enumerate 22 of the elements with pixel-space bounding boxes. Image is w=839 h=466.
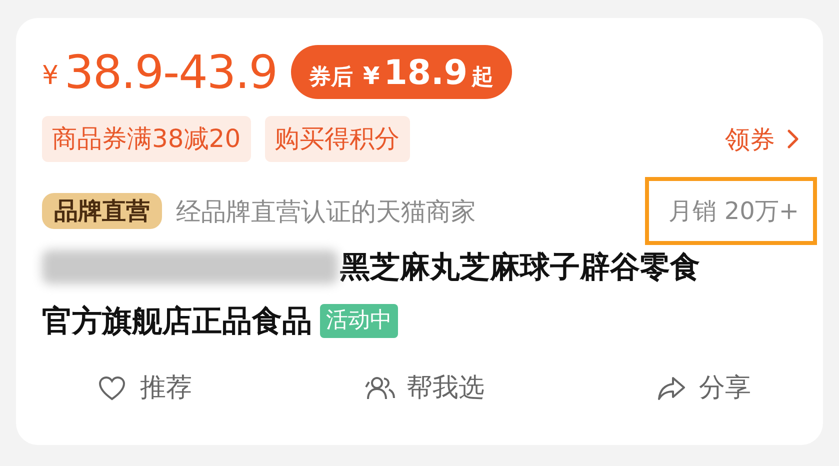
promo-tag: 购买得积分: [264, 116, 410, 162]
share-icon: [657, 374, 687, 400]
coupon-price: 18.9: [384, 53, 468, 93]
brand-description: 经品牌直营认证的天猫商家: [176, 196, 476, 228]
product-title: 黑芝麻丸芝麻球子辟谷零食: [340, 248, 700, 286]
monthly-sales: 月销 20万+: [668, 196, 799, 227]
currency-symbol: ¥: [42, 61, 59, 91]
coupon-price-suffix: 起: [472, 64, 494, 92]
chevron-right-icon: [787, 129, 799, 149]
people-icon: [364, 374, 394, 400]
price-range: 38.9-43.9: [64, 45, 277, 99]
action-button[interactable]: 推荐: [98, 370, 192, 405]
action-button[interactable]: 帮我选: [364, 370, 484, 405]
currency-symbol: ¥: [363, 62, 380, 90]
brand-badge: 品牌直营: [42, 193, 162, 229]
promo-tag: 商品券满38减20: [42, 116, 251, 162]
heart-icon: [98, 374, 128, 400]
status-tag: 活动中: [320, 304, 398, 338]
coupon-price-prefix: 券后: [309, 64, 353, 92]
product-title: 官方旗舰店正品食品: [42, 302, 312, 340]
coupon-link[interactable]: 领券: [725, 122, 799, 156]
action-button[interactable]: 分享: [657, 370, 751, 405]
